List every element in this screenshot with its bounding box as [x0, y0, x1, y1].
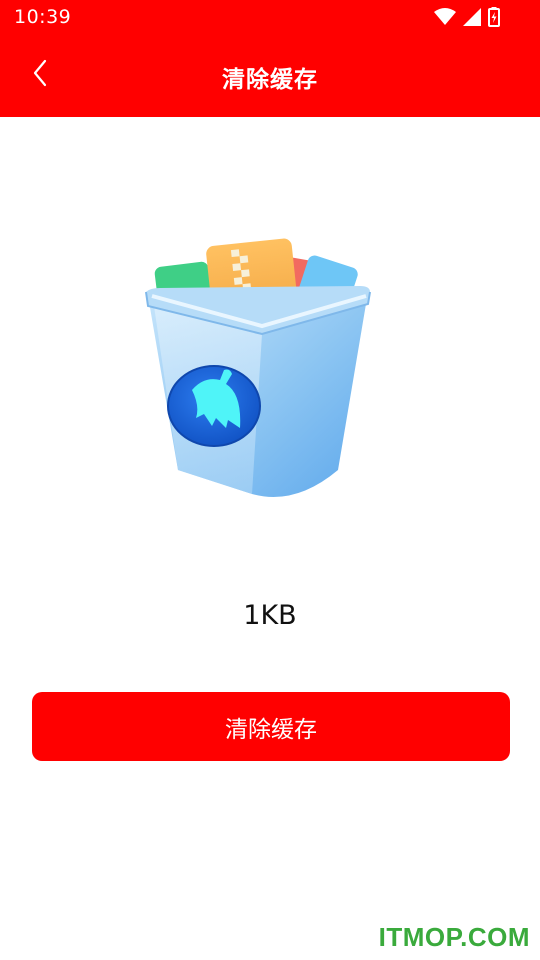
signal-icon: [463, 8, 481, 26]
battery-icon: [488, 7, 500, 27]
watermark-logo: ITMOP.COM: [378, 922, 530, 952]
trash-can-illustration: [145, 238, 371, 497]
cache-size-value: 1KB: [243, 600, 297, 631]
wifi-icon: [434, 8, 456, 25]
status-bar: 10:39: [0, 0, 540, 34]
page-title: 清除缓存: [222, 67, 318, 93]
clear-cache-button[interactable]: 清除缓存: [32, 692, 510, 761]
status-icons: [434, 6, 500, 28]
app-bar: 清除缓存: [0, 34, 540, 117]
status-time: 10:39: [14, 6, 72, 28]
